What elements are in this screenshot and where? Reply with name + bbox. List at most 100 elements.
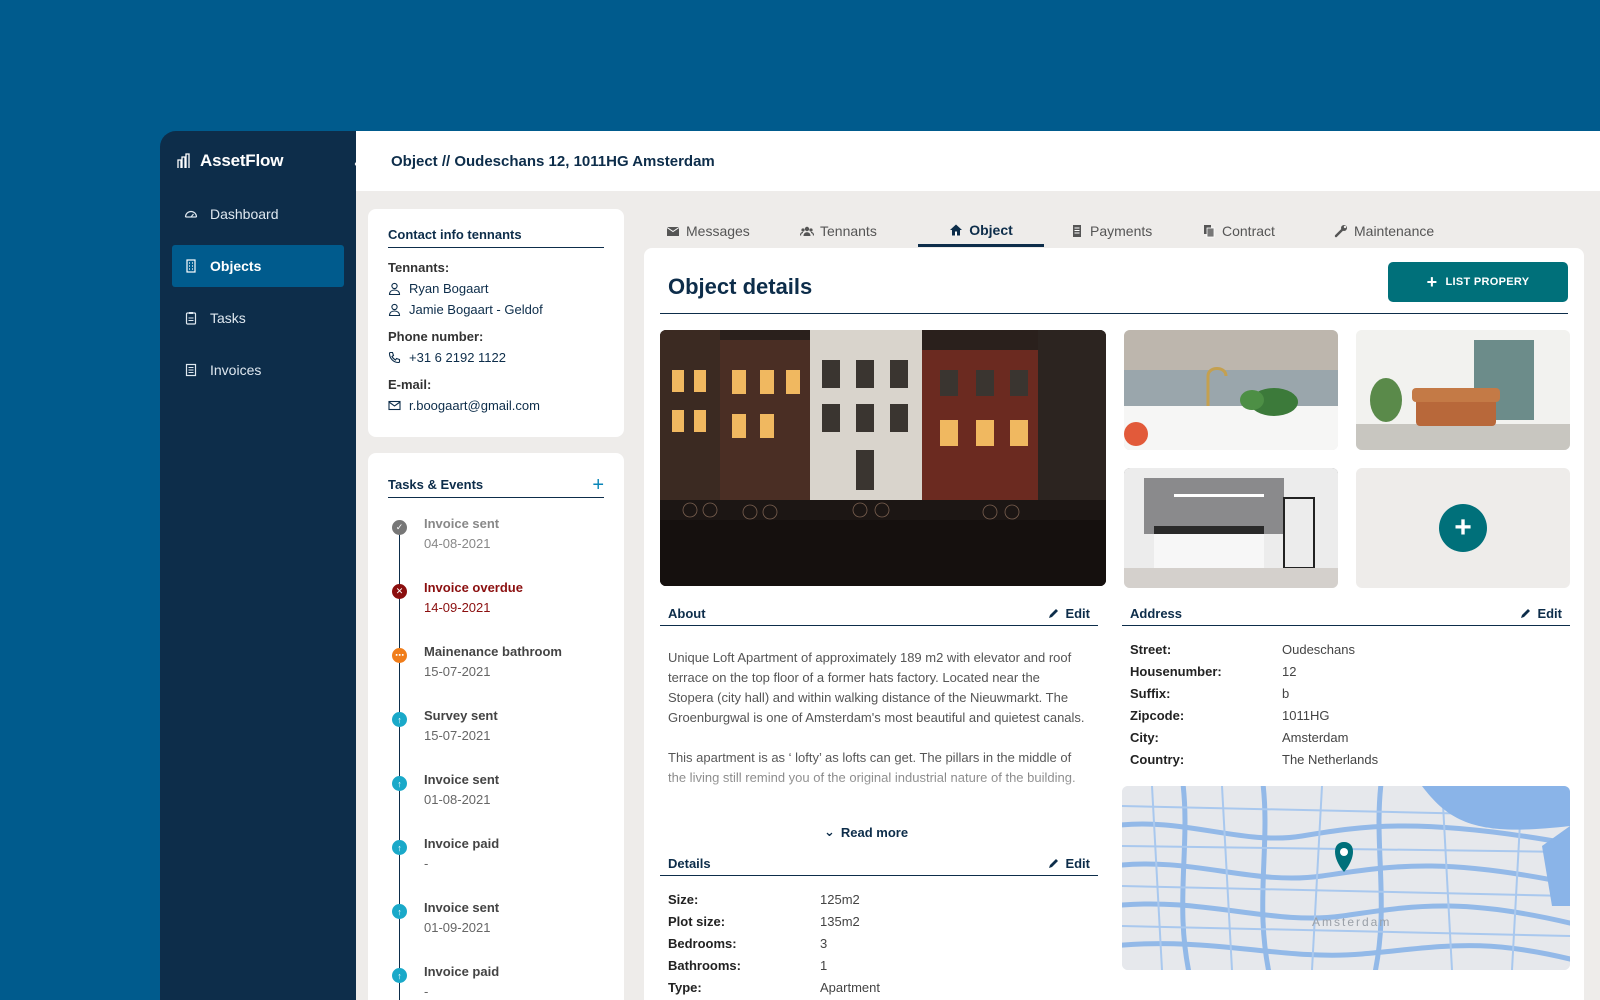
address-row: Housenumber: 12	[1130, 660, 1378, 682]
photo-living-room[interactable]	[1356, 330, 1570, 450]
phone-icon	[388, 351, 401, 364]
tab-label: Messages	[686, 223, 750, 239]
details-key: Size:	[668, 891, 699, 907]
sidebar-nav: Dashboard Objects Tasks Invoices	[172, 193, 344, 401]
top-bar: Object // Oudeschans 12, 1011HG Amsterda…	[356, 131, 1600, 191]
details-key: Plot size:	[668, 913, 726, 929]
sidebar-item-label: Invoices	[210, 362, 262, 378]
tab-label: Maintenance	[1354, 223, 1435, 239]
about-heading: About	[668, 606, 706, 621]
details-key: Bathrooms:	[668, 957, 741, 973]
contact-card-title: Contact info tennants	[388, 227, 604, 248]
app-logo[interactable]: AssetFlow	[176, 151, 283, 171]
address-key: Street:	[1130, 641, 1172, 657]
details-row: Bathrooms: 1	[668, 954, 880, 976]
timeline-item-title: Invoice sent	[424, 516, 500, 531]
address-key: Housenumber:	[1130, 663, 1222, 679]
list-property-label: LIST PROPERY	[1445, 276, 1530, 288]
invoice-icon	[185, 363, 197, 377]
close-icon: ✕	[392, 584, 407, 599]
address-list: Street: Oudeschans Housenumber: 12 Suffix:…	[1130, 638, 1378, 770]
photo-bedroom[interactable]	[1124, 468, 1338, 588]
email-row[interactable]: r.boogaart@gmail.com	[388, 398, 604, 413]
bedroom-image	[1124, 468, 1338, 588]
tenant-row[interactable]: Jamie Bogaart - Geldof	[388, 302, 604, 317]
tab-contract[interactable]: Contract	[1194, 215, 1283, 247]
timeline-item[interactable]: ✕ Invoice overdue 14-09-2021	[388, 580, 604, 644]
timeline-item[interactable]: ↑ Invoice paid -	[388, 964, 604, 1000]
phone-label: Phone number:	[388, 329, 484, 344]
arrow-up-icon: ↑	[392, 840, 407, 855]
timeline-item[interactable]: ⋯ Mainenance bathroom 15-07-2021	[388, 644, 604, 708]
add-photo-tile[interactable]: +	[1356, 468, 1570, 588]
location-map[interactable]: Amsterdam	[1122, 786, 1570, 970]
address-value: b	[1282, 685, 1290, 701]
building-icon	[186, 259, 196, 273]
tenants-label: Tennants:	[388, 260, 450, 275]
timeline-item[interactable]: ↑ Invoice paid -	[388, 836, 604, 900]
user-icon	[388, 303, 401, 316]
tasks-events-card: Tasks & Events + ✓ Invoice sent 04-08-20…	[368, 453, 624, 1000]
breadcrumb: Object // Oudeschans 12, 1011HG Amsterda…	[391, 152, 715, 170]
read-more-label: Read more	[840, 824, 909, 840]
tab-object[interactable]: Object	[918, 215, 1044, 247]
receipt-icon	[1073, 225, 1081, 237]
sidebar-item-label: Tasks	[210, 310, 246, 326]
sidebar-item-invoices[interactable]: Invoices	[172, 349, 344, 391]
timeline-item-date: 04-08-2021	[424, 536, 491, 551]
plus-icon: +	[1426, 272, 1438, 292]
add-task-icon[interactable]: +	[592, 475, 604, 495]
sidebar-item-tasks[interactable]: Tasks	[172, 297, 344, 339]
details-value: 1	[820, 957, 828, 973]
users-icon	[800, 226, 814, 236]
living-room-image	[1356, 330, 1570, 450]
list-property-button[interactable]: + LIST PROPERY	[1388, 262, 1568, 302]
tab-maintenance[interactable]: Maintenance	[1326, 215, 1442, 247]
documents-icon	[1204, 225, 1215, 238]
email-address: r.boogaart@gmail.com	[409, 398, 540, 413]
edit-address-button[interactable]: Edit	[1520, 606, 1562, 621]
address-value: Amsterdam	[1282, 729, 1349, 745]
sidebar-item-label: Dashboard	[210, 206, 279, 222]
photo-kitchen[interactable]	[1124, 330, 1338, 450]
arrow-up-icon: ↑	[392, 776, 407, 791]
task-timeline: ✓ Invoice sent 04-08-2021 ✕ Invoice over…	[388, 516, 604, 1000]
tab-payments[interactable]: Payments	[1062, 215, 1160, 247]
edit-about-button[interactable]: Edit	[1048, 606, 1090, 621]
kitchen-image	[1124, 330, 1338, 450]
read-more-link[interactable]: ⌄ Read more	[824, 824, 908, 840]
details-value: 3	[820, 935, 828, 951]
tab-label: Tennants	[820, 223, 877, 239]
timeline-item[interactable]: ↑ Survey sent 15-07-2021	[388, 708, 604, 772]
about-paragraph: Unique Loft Apartment of approximately 1…	[668, 650, 1085, 725]
tab-label: Contract	[1222, 223, 1275, 239]
photo-facade[interactable]	[660, 330, 1106, 586]
tab-tennants[interactable]: Tennants	[792, 215, 885, 247]
phone-row[interactable]: +31 6 2192 1122	[388, 350, 604, 365]
address-key: Suffix:	[1130, 685, 1171, 701]
address-row: Street: Oudeschans	[1130, 638, 1378, 660]
timeline-item[interactable]: ✓ Invoice sent 04-08-2021	[388, 516, 604, 580]
details-value: 125m2	[820, 891, 860, 907]
tenant-row[interactable]: Ryan Bogaart	[388, 281, 604, 296]
tab-messages[interactable]: Messages	[658, 215, 758, 247]
details-key: Bedrooms:	[668, 935, 737, 951]
details-row: Plot size: 135m2	[668, 910, 880, 932]
timeline-item[interactable]: ↑ Invoice sent 01-09-2021	[388, 900, 604, 964]
details-row: Size: 125m2	[668, 888, 880, 910]
address-key: Country:	[1130, 751, 1185, 767]
address-key: City:	[1130, 729, 1159, 745]
timeline-item-date: 01-09-2021	[424, 920, 491, 935]
edit-details-button[interactable]: Edit	[1048, 856, 1090, 871]
timeline-item-date: 01-08-2021	[424, 792, 491, 807]
timeline-item[interactable]: ↑ Invoice sent 01-08-2021	[388, 772, 604, 836]
sidebar-item-dashboard[interactable]: Dashboard	[172, 193, 344, 235]
sidebar-item-objects[interactable]: Objects	[172, 245, 344, 287]
details-list: Size: 125m2 Plot size: 135m2 Bedrooms: 3 Ba…	[668, 888, 880, 998]
object-tabs: Messages Tennants Object Payments Contra…	[644, 215, 1584, 247]
details-key: Type:	[668, 979, 702, 995]
pencil-icon	[1521, 609, 1531, 618]
address-value: The Netherlands	[1282, 751, 1379, 767]
add-photo-icon[interactable]: +	[1439, 504, 1487, 552]
object-details-panel: Object details + LIST PROPERY + About Ed…	[644, 248, 1584, 1000]
